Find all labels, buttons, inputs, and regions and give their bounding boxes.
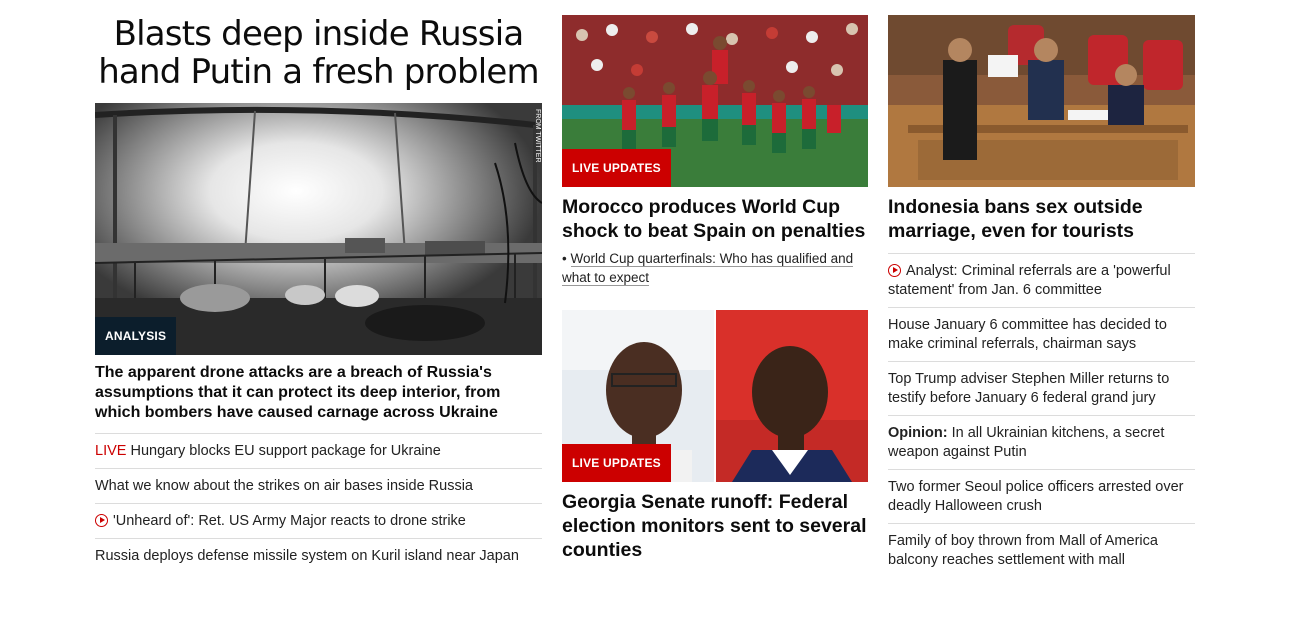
list-item[interactable]: Russia deploys defense missile system on… <box>95 539 542 573</box>
list-item-text: 'Unheard of': Ret. US Army Major reacts … <box>113 513 466 529</box>
list-item-text: Top Trump adviser Stephen Miller returns… <box>888 371 1170 406</box>
list-item[interactable]: Opinion: In all Ukrainian kitchens, a se… <box>888 416 1195 470</box>
list-item[interactable]: Top Trump adviser Stephen Miller returns… <box>888 362 1195 416</box>
opinion-prefix: Opinion: <box>888 425 948 441</box>
lead-headline[interactable]: Blasts deep inside Russia hand Putin a f… <box>95 15 542 91</box>
image-credit: FROM TWITTER <box>534 109 541 163</box>
list-item[interactable]: Family of boy thrown from Mall of Americ… <box>888 524 1195 577</box>
lead-image-link[interactable]: FROM TWITTER ANALYSIS <box>95 103 542 355</box>
list-item-text: Russia deploys defense missile system on… <box>95 548 519 564</box>
bullet: • <box>562 251 567 266</box>
georgia-image-link[interactable]: LIVE UPDATES <box>562 310 868 482</box>
lead-column: Blasts deep inside Russia hand Putin a f… <box>95 0 542 573</box>
list-item-text: Two former Seoul police officers arreste… <box>888 479 1184 514</box>
live-tag: LIVE <box>95 443 127 459</box>
analysis-badge: ANALYSIS <box>95 317 177 355</box>
sub-link-text: World Cup quarterfinals: Who has qualifi… <box>562 251 854 286</box>
morocco-headline[interactable]: Morocco produces World Cup shock to beat… <box>562 195 868 243</box>
lead-description[interactable]: The apparent drone attacks are a breach … <box>95 363 542 434</box>
indonesia-image <box>888 15 1195 187</box>
georgia-headline[interactable]: Georgia Senate runoff: Federal election … <box>562 490 868 562</box>
list-item-text: What we know about the strikes on air ba… <box>95 478 473 494</box>
list-item-text: House January 6 committee has decided to… <box>888 317 1167 352</box>
live-updates-badge: LIVE UPDATES <box>562 444 671 482</box>
list-item[interactable]: House January 6 committee has decided to… <box>888 308 1195 362</box>
list-item[interactable]: 'Unheard of': Ret. US Army Major reacts … <box>95 504 542 539</box>
list-item[interactable]: Analyst: Criminal referrals are a 'power… <box>888 254 1195 308</box>
live-updates-badge: LIVE UPDATES <box>562 149 671 187</box>
world-cup-sub-link[interactable]: • World Cup quarterfinals: Who has quali… <box>562 249 868 287</box>
list-item-text: Analyst: Criminal referrals are a 'power… <box>888 263 1171 298</box>
indonesia-image-link[interactable] <box>888 15 1195 187</box>
indonesia-headline[interactable]: Indonesia bans sex outside marriage, eve… <box>888 195 1195 254</box>
list-item-text: Hungary blocks EU support package for Uk… <box>130 443 441 459</box>
play-icon <box>95 514 108 527</box>
play-icon <box>888 264 901 277</box>
morocco-image-link[interactable]: LIVE UPDATES <box>562 15 868 187</box>
list-item[interactable]: What we know about the strikes on air ba… <box>95 469 542 504</box>
list-item[interactable]: LIVE Hungary blocks EU support package f… <box>95 434 542 469</box>
list-item[interactable]: Two former Seoul police officers arreste… <box>888 470 1195 524</box>
middle-column: LIVE UPDATES Morocco produces World Cup … <box>562 0 868 562</box>
list-item-text: Family of boy thrown from Mall of Americ… <box>888 533 1158 568</box>
right-column: Indonesia bans sex outside marriage, eve… <box>888 0 1195 577</box>
